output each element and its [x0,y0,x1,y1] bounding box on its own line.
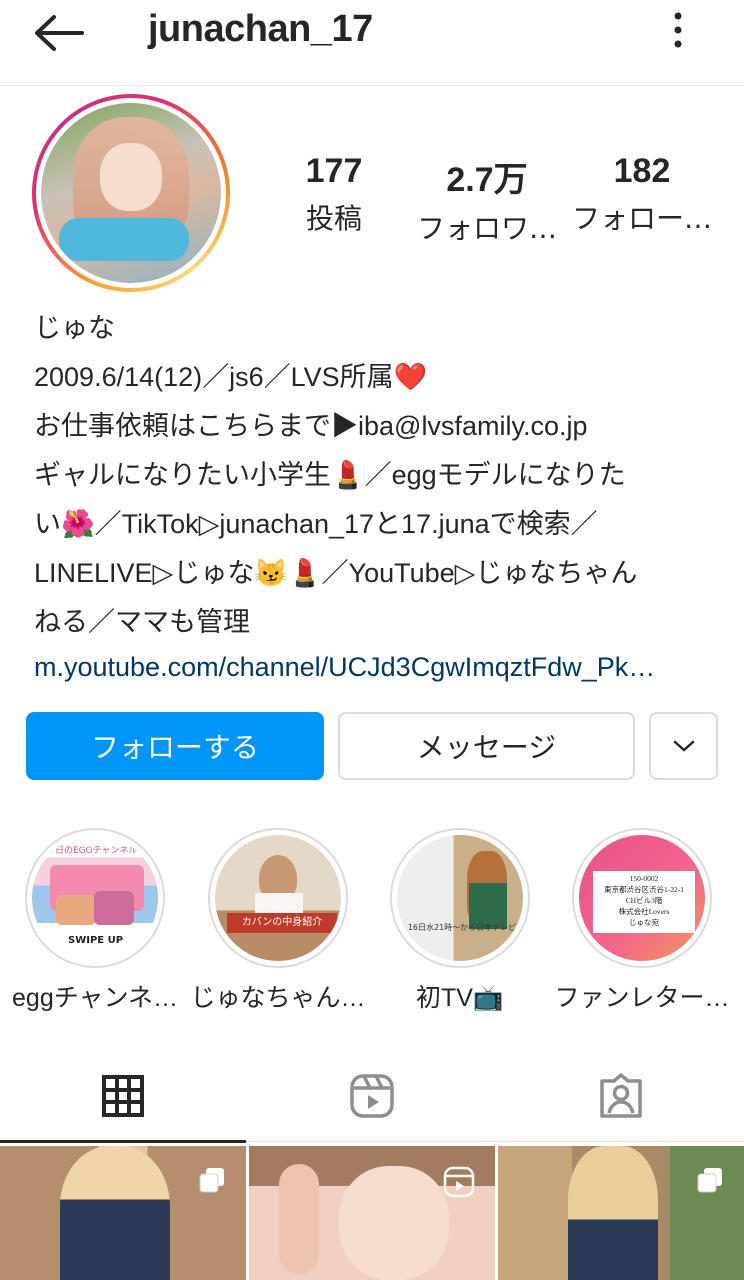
address-line: 東京都渋谷区渋谷1-22-1 [604,885,684,894]
highlight-label: 初TV📺 [415,984,505,1012]
highlight-cover-text: 今日のEGGチャンネル [46,846,138,856]
posts-grid [0,1146,744,1280]
followers-count-value: 2.7万 [446,161,528,199]
posts-count-label: 投稿 [305,202,362,235]
story-highlight[interactable]: 16日水21時〜から日本テレビ 初TV📺 [390,828,530,1012]
post-thumbnail[interactable] [249,1146,495,1280]
highlight-cover-text: カバンの中身紹介 [227,913,337,933]
address-line: 150-0002 [629,874,659,883]
tab-tagged[interactable] [498,1050,744,1142]
suggested-accounts-button[interactable] [649,712,718,780]
profile-avatar[interactable] [32,94,230,292]
highlight-cover-text: 16日水21時〜から日本テレビ [407,923,517,932]
posts-count-value: 177 [305,152,363,190]
highlight-cover-text: SWIPE UP [68,935,124,946]
following-count-label: フォロー… [572,202,713,235]
followers-count[interactable]: 2.7万 フォロワ… [414,152,560,247]
tab-reels[interactable] [248,1050,496,1142]
bio-line: ねる／ママも管理 [34,607,250,637]
following-count[interactable]: 182 フォロー… [572,152,712,237]
bio-line: お仕事依頼はこちらまで▶iba@lvsfamily.co.jp [34,411,588,441]
post-thumbnail[interactable] [498,1146,744,1280]
bio-line: 2009.6/14(12)／js6／LVS所属❤️ [34,362,428,392]
address-line: CHビル3階 [625,896,663,905]
address-line: じゅな宛 [629,918,659,927]
story-highlight[interactable]: 150-0002 東京都渋谷区渋谷1-22-1 CHビル3階 株式会社Lover… [554,828,730,1012]
tab-posts-grid[interactable] [0,1050,246,1143]
story-highlight[interactable]: カバンの中身紹介 じゅなちゃん… [190,828,366,1012]
message-button[interactable]: メッセージ [338,712,635,780]
highlight-cover: 16日水21時〜から日本テレビ [397,835,523,961]
active-tab-indicator [0,1140,246,1143]
follow-button[interactable]: フォローする [26,712,324,780]
top-bar: junachan_17 [0,0,744,86]
bio-link[interactable]: m.youtube.com/channel/UCJd3CgwImqztFdw_P… [34,647,724,687]
address-line: 株式会社Lovers [618,907,670,916]
highlight-label: eggチャンネ… [12,984,178,1012]
chevron-down-icon [673,740,694,752]
fan-letter-address: 150-0002 東京都渋谷区渋谷1-22-1 CHビル3階 株式会社Lover… [593,871,695,933]
profile-tabs [0,1050,744,1143]
highlight-cover: 150-0002 東京都渋谷区渋谷1-22-1 CHビル3階 株式会社Lover… [579,835,705,961]
avatar-photo [41,103,221,283]
post-thumbnail[interactable] [0,1146,246,1280]
highlight-cover: 今日のEGGチャンネル SWIPE UP [32,835,158,961]
reel-indicator-icon [443,1166,475,1198]
posts-count[interactable]: 177 投稿 [288,152,380,237]
highlight-label: ファンレター… [554,984,730,1012]
profile-username: junachan_17 [148,8,373,50]
multiple-photos-icon [199,1168,224,1193]
story-highlight[interactable]: 今日のEGGチャンネル SWIPE UP eggチャンネ… [12,828,178,1012]
bio-name: じゅな [34,313,115,343]
profile-bio: じゅな 2009.6/14(12)／js6／LVS所属❤️ お仕事依頼はこちらま… [34,304,724,687]
grid-icon [102,1075,144,1117]
bio-line: い🌺／TikTok▷junachan_17と17.junaで検索／ [34,509,598,539]
more-options-icon[interactable] [660,8,696,52]
tagged-person-icon [600,1073,642,1118]
followers-count-label: フォロワ… [416,212,557,245]
bio-line: ギャルになりたい小学生💄／eggモデルになりた [34,460,626,490]
following-count-value: 182 [613,152,671,190]
bio-line: LINELIVE▷じゅな😼💄／YouTube▷じゅなちゃん [34,558,638,588]
reels-icon [350,1074,394,1118]
highlight-label: じゅなちゃん… [190,984,366,1012]
highlight-cover: カバンの中身紹介 [215,835,341,961]
multiple-photos-icon [697,1168,722,1193]
back-arrow-icon[interactable] [30,10,86,56]
